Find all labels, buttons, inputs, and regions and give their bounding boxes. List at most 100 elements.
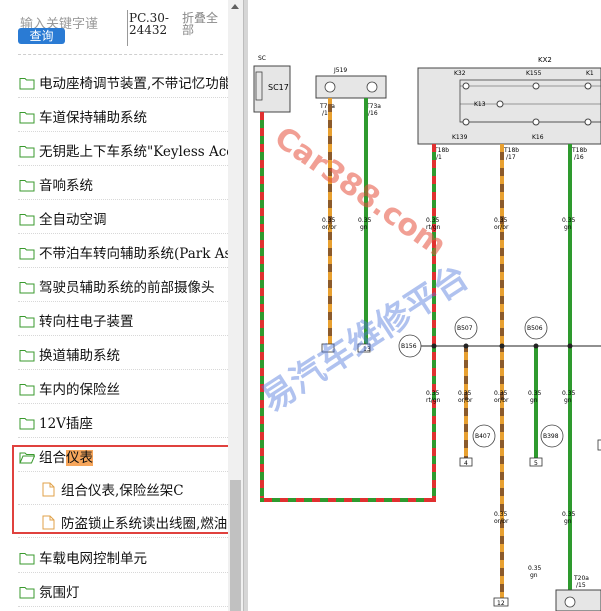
label-kx2: KX2 [538, 56, 552, 64]
svg-text:K32: K32 [454, 70, 466, 77]
svg-text:0.35: 0.35 [528, 565, 542, 572]
tree-item[interactable]: 电动座椅调节装置,不带记忆功能 [18, 65, 228, 98]
wire-rt-gn [260, 112, 264, 502]
svg-text:rt/gn: rt/gn [426, 224, 441, 231]
tree-item-label: 全自动空调 [39, 212, 107, 228]
selection-highlight-box [12, 445, 228, 534]
wiring-diagram: SC SC17 J519 T73a /17 T73a /16 KX2 K32 K… [248, 0, 601, 611]
svg-text:gn: gn [564, 224, 572, 231]
folder-icon [19, 75, 35, 94]
svg-text:0.35: 0.35 [528, 390, 542, 397]
tree-item[interactable]: 换道辅助系统 [18, 337, 228, 370]
label-sc: SC [258, 55, 266, 62]
svg-text:K155: K155 [526, 70, 542, 77]
svg-text:gn: gn [530, 572, 538, 579]
svg-text:0.35: 0.35 [494, 217, 508, 224]
tree-item[interactable]: 全自动空调 [18, 201, 228, 234]
svg-text:0.35: 0.35 [358, 217, 372, 224]
scrollbar-thumb[interactable] [230, 480, 241, 611]
folder-icon [19, 279, 35, 298]
svg-text:B507: B507 [457, 325, 473, 332]
tree-item[interactable]: 车内的保险丝 [18, 371, 228, 404]
svg-text:rt/gn: rt/gn [426, 397, 441, 404]
svg-text:12: 12 [497, 600, 505, 607]
svg-text:0.35: 0.35 [458, 390, 472, 397]
wiring-diagram-svg: SC SC17 J519 T73a /17 T73a /16 KX2 K32 K… [253, 55, 601, 611]
svg-text:/1: /1 [436, 154, 442, 161]
svg-text:or/br: or/br [322, 224, 337, 231]
svg-text:K139: K139 [452, 134, 468, 141]
svg-text:0.35: 0.35 [494, 390, 508, 397]
tree-item-label: 车道保持辅助系统 [39, 110, 147, 126]
tree-item-label: 氛围灯 [39, 585, 80, 601]
svg-text:0.35: 0.35 [426, 217, 440, 224]
svg-text:gn: gn [530, 397, 538, 404]
svg-text:0.35: 0.35 [562, 217, 576, 224]
svg-text:K13: K13 [474, 101, 486, 108]
wire-gn [568, 144, 572, 604]
wire-or-br [500, 144, 504, 604]
tree-scrollbar[interactable] [228, 0, 243, 611]
document-code: PC.30-24432 [129, 11, 169, 37]
tree-item-label: 车内的保险丝 [39, 382, 120, 398]
header-separator [18, 54, 223, 55]
svg-text:0.35: 0.35 [562, 390, 576, 397]
collapse-all-button[interactable]: 折叠全部 [182, 12, 222, 36]
svg-text:gn: gn [564, 397, 572, 404]
svg-text:/16: /16 [574, 154, 584, 161]
tree-item[interactable]: 氛围灯 [18, 574, 228, 607]
wire-rt-gn [432, 144, 436, 502]
tree-item[interactable]: 12V插座 [18, 405, 228, 438]
tree-item-label: 换道辅助系统 [39, 348, 120, 364]
tree-item-label: 车载电网控制单元 [39, 551, 147, 567]
tree-item[interactable]: 车载电网控制单元 [18, 540, 228, 573]
folder-icon [19, 415, 35, 434]
svg-text:or/br: or/br [494, 518, 509, 525]
folder-icon [19, 109, 35, 128]
svg-text:/17: /17 [506, 154, 516, 161]
svg-text:T73a: T73a [319, 103, 335, 110]
folder-icon [19, 381, 35, 400]
wire-rt-gn-horizontal [260, 498, 434, 502]
tree-item[interactable]: 转向柱电子装置 [18, 303, 228, 336]
svg-text:B407: B407 [475, 433, 491, 440]
tree-item[interactable]: 不带泊车转向辅助系统(Park Assis [18, 235, 228, 268]
folder-icon [19, 584, 35, 603]
svg-text:T18b: T18b [503, 147, 519, 154]
tree-item[interactable]: 驾驶员辅助系统的前部摄像头 [18, 269, 228, 302]
svg-text:4: 4 [464, 460, 468, 467]
label-j519: J519 [333, 67, 347, 74]
tree-item-label: 电动座椅调节装置,不带记忆功能 [39, 76, 228, 92]
tree-panel: 输入关键字谨 查询 PC.30-24432 折叠全部 电动座椅调节装置,不带记忆… [0, 0, 228, 611]
svg-text:B398: B398 [543, 433, 559, 440]
folder-icon [19, 245, 35, 264]
svg-text:or/br: or/br [494, 397, 509, 404]
folder-icon [19, 143, 35, 162]
svg-text:0.35: 0.35 [426, 390, 440, 397]
search-button[interactable]: 查询 [18, 28, 65, 44]
search-box: 输入关键字谨 查询 [18, 12, 123, 44]
svg-text:13: 13 [363, 346, 371, 353]
folder-icon [19, 211, 35, 230]
svg-text:0.35: 0.35 [562, 511, 576, 518]
tree-item-label: 转向柱电子装置 [39, 314, 134, 330]
svg-text:gn: gn [564, 518, 572, 525]
svg-text:K1: K1 [586, 70, 594, 77]
svg-text:0.35: 0.35 [322, 217, 336, 224]
tree-item-label: 无钥匙上下车系统"Keyless Acces [39, 144, 228, 160]
instrument-cluster-kx2 [417, 67, 601, 145]
tree-item[interactable]: 车道保持辅助系统 [18, 99, 228, 132]
scroll-up-arrow-icon[interactable] [231, 4, 239, 9]
svg-text:or/br: or/br [458, 397, 473, 404]
svg-text:/15: /15 [576, 582, 586, 589]
tree-item[interactable]: 无钥匙上下车系统"Keyless Acces [18, 133, 228, 166]
svg-text:gn: gn [360, 224, 368, 231]
tree-item-label: 驾驶员辅助系统的前部摄像头 [39, 280, 215, 296]
tree-item[interactable]: 音响系统 [18, 167, 228, 200]
svg-text:B156: B156 [401, 343, 417, 350]
svg-text:or/br: or/br [494, 224, 509, 231]
svg-text:K16: K16 [532, 134, 544, 141]
tree-item-label: 12V插座 [39, 416, 93, 432]
svg-text:T20a: T20a [573, 575, 589, 582]
svg-text:0.35: 0.35 [494, 511, 508, 518]
